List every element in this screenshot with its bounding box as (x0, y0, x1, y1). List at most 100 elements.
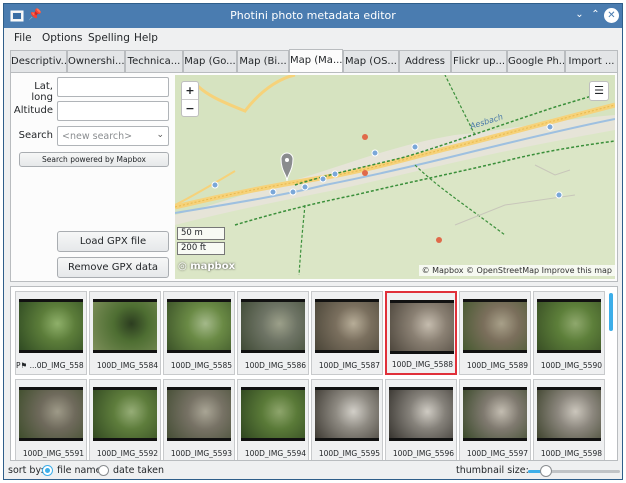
map-tab-panel: Lat, long Altitude Search <new search> ⌄… (10, 72, 618, 282)
thumbnail-caption: 100D_IMG_5594 (244, 449, 306, 458)
mapbox-logo[interactable]: ◎ mapbox (178, 261, 235, 272)
thumbnail-item[interactable]: 100D_IMG_5597 (459, 379, 531, 460)
tab-flickr[interactable]: Flickr up... (451, 50, 507, 72)
status-bar: sort by: file name date taken thumbnail … (4, 462, 622, 479)
slider-handle[interactable] (540, 465, 553, 477)
thumbnail-caption: 100D_IMG_5595 (318, 449, 380, 458)
thumbnail-image (19, 387, 83, 441)
thumbnail-item[interactable]: 100D_IMG_5595 (311, 379, 383, 460)
thumbnail-item[interactable]: 100D_IMG_5591 (15, 379, 87, 460)
thumbnail-caption: 100D_IMG_5596 (392, 449, 454, 458)
thumbnail-item[interactable]: 100D_IMG_5589 (459, 291, 531, 375)
thumbnail-image (167, 299, 231, 353)
thumbnail-image (241, 387, 305, 441)
thumbnail-image (315, 299, 379, 353)
thumbnail-image (390, 300, 454, 354)
maximize-button[interactable]: ⌃ (588, 8, 603, 23)
sort-filename-radio[interactable] (42, 465, 53, 476)
tab-import[interactable]: Import ... (565, 50, 618, 72)
latlong-input[interactable] (57, 77, 169, 97)
thumbnail-image (93, 387, 157, 441)
thumbnail-item[interactable]: 100D_IMG_5584 (89, 291, 161, 375)
thumbnail-caption: 100D_IMG_5589 (466, 361, 528, 370)
tab-bar: Descriptiv... Ownershi... Technica... Ma… (10, 49, 618, 72)
thumbnail-size-slider[interactable] (528, 465, 620, 477)
tab-ownership[interactable]: Ownershi... (67, 50, 125, 72)
menu-bar: File Options Spelling Help (4, 28, 622, 50)
thumbnail-image (167, 387, 231, 441)
zoom-control: + − (181, 81, 199, 117)
tab-map-google[interactable]: Map (Go... (183, 50, 237, 72)
thumbnail-caption: 100D_IMG_5592 (96, 449, 158, 458)
menu-spelling[interactable]: Spelling (88, 32, 130, 44)
thumbnail-caption: 100D_IMG_5590 (540, 361, 602, 370)
search-label: Search (18, 130, 53, 141)
thumbnail-image (463, 387, 527, 441)
thumbnail-image (537, 387, 601, 441)
layers-icon[interactable]: ☰ (589, 81, 609, 101)
sort-filename-label[interactable]: file name (57, 465, 101, 476)
tab-address[interactable]: Address (399, 50, 451, 72)
chevron-down-icon: ⌄ (156, 130, 164, 140)
menu-file[interactable]: File (14, 32, 32, 44)
thumbnail-item[interactable]: 100D_IMG_5585 (163, 291, 235, 375)
tab-map-mapbox[interactable]: Map (Ma... (289, 49, 343, 72)
minimize-button[interactable]: ⌄ (572, 8, 587, 23)
menu-options[interactable]: Options (42, 32, 83, 44)
scale-metric: 50 m (177, 227, 225, 240)
latlong-label: Lat, long (31, 81, 53, 103)
zoom-out-button[interactable]: − (182, 100, 198, 118)
tab-google-photos[interactable]: Google Ph... (507, 50, 565, 72)
map-canvas: Aesbach (175, 75, 615, 279)
tab-map-osm[interactable]: Map (OS... (343, 50, 399, 72)
thumbnail-item[interactable]: 100D_IMG_5587 (311, 291, 383, 375)
map-attribution[interactable]: © Mapbox © OpenStreetMap Improve this ma… (418, 265, 615, 276)
thumbnail-item[interactable]: P⚑ ...0D_IMG_5583 (15, 291, 87, 375)
thumbnail-caption: P⚑ ...0D_IMG_5583 (16, 361, 84, 370)
thumbnail-item[interactable]: 100D_IMG_5596 (385, 379, 457, 460)
sort-date-radio[interactable] (98, 465, 109, 476)
close-button[interactable]: ✕ (604, 8, 619, 23)
search-powered-by-button[interactable]: Search powered by Mapbox (19, 152, 169, 167)
load-gpx-button[interactable]: Load GPX file (57, 231, 169, 252)
thumbnail-grid: P⚑ ...0D_IMG_5583 100D_IMG_5584 100D_IMG_5… (10, 286, 618, 461)
map-view[interactable]: Aesbach + − ☰ 50 m 200 ft ◎ mapbox © Map… (175, 75, 615, 279)
search-combobox[interactable]: <new search> ⌄ (57, 126, 169, 146)
thumbnail-image (315, 387, 379, 441)
thumbnail-image (389, 387, 453, 441)
thumbnail-caption: 100D_IMG_5598 (540, 449, 602, 458)
thumbnail-caption: 100D_IMG_5584 (96, 361, 158, 370)
tab-descriptive[interactable]: Descriptiv... (10, 50, 67, 72)
thumbnail-image (241, 299, 305, 353)
thumbnail-item[interactable]: 100D_IMG_5590 (533, 291, 605, 375)
thumbnail-caption: 100D_IMG_5597 (466, 449, 528, 458)
thumbnail-caption: 100D_IMG_5586 (244, 361, 306, 370)
thumbnail-caption: 100D_IMG_5585 (170, 361, 232, 370)
thumbnail-caption: 100D_IMG_5593 (170, 449, 232, 458)
menu-help[interactable]: Help (134, 32, 158, 44)
thumbnail-size-label: thumbnail size: (456, 465, 529, 476)
thumbnail-scrollbar[interactable] (609, 293, 613, 331)
title-bar[interactable]: 📌 Photini photo metadata editor ⌄ ⌃ ✕ (4, 4, 622, 28)
thumbnail-image (19, 299, 83, 353)
window-title: Photini photo metadata editor (230, 9, 396, 22)
altitude-input[interactable] (57, 101, 169, 121)
thumbnail-item[interactable]: 100D_IMG_5594 (237, 379, 309, 460)
altitude-label: Altitude (13, 105, 53, 116)
thumbnail-caption: 100D_IMG_5588 (391, 360, 453, 369)
thumbnail-item[interactable]: 100D_IMG_5586 (237, 291, 309, 375)
thumbnail-image (93, 299, 157, 353)
thumbnail-item[interactable]: 100D_IMG_5592 (89, 379, 161, 460)
app-window: 📌 Photini photo metadata editor ⌄ ⌃ ✕ Fi… (3, 3, 623, 480)
thumbnail-item[interactable]: 100D_IMG_5588 (385, 291, 457, 375)
sort-date-label[interactable]: date taken (113, 465, 164, 476)
tab-map-bing[interactable]: Map (Bi... (237, 50, 289, 72)
thumbnail-item[interactable]: 100D_IMG_5593 (163, 379, 235, 460)
remove-gpx-button[interactable]: Remove GPX data (57, 257, 169, 278)
zoom-in-button[interactable]: + (182, 82, 198, 100)
thumbnail-caption: 100D_IMG_5591 (22, 449, 84, 458)
sort-label: sort by: (8, 465, 44, 476)
thumbnail-item[interactable]: 100D_IMG_5598 (533, 379, 605, 460)
scale-imperial: 200 ft (177, 242, 225, 255)
tab-technical[interactable]: Technica... (125, 50, 183, 72)
